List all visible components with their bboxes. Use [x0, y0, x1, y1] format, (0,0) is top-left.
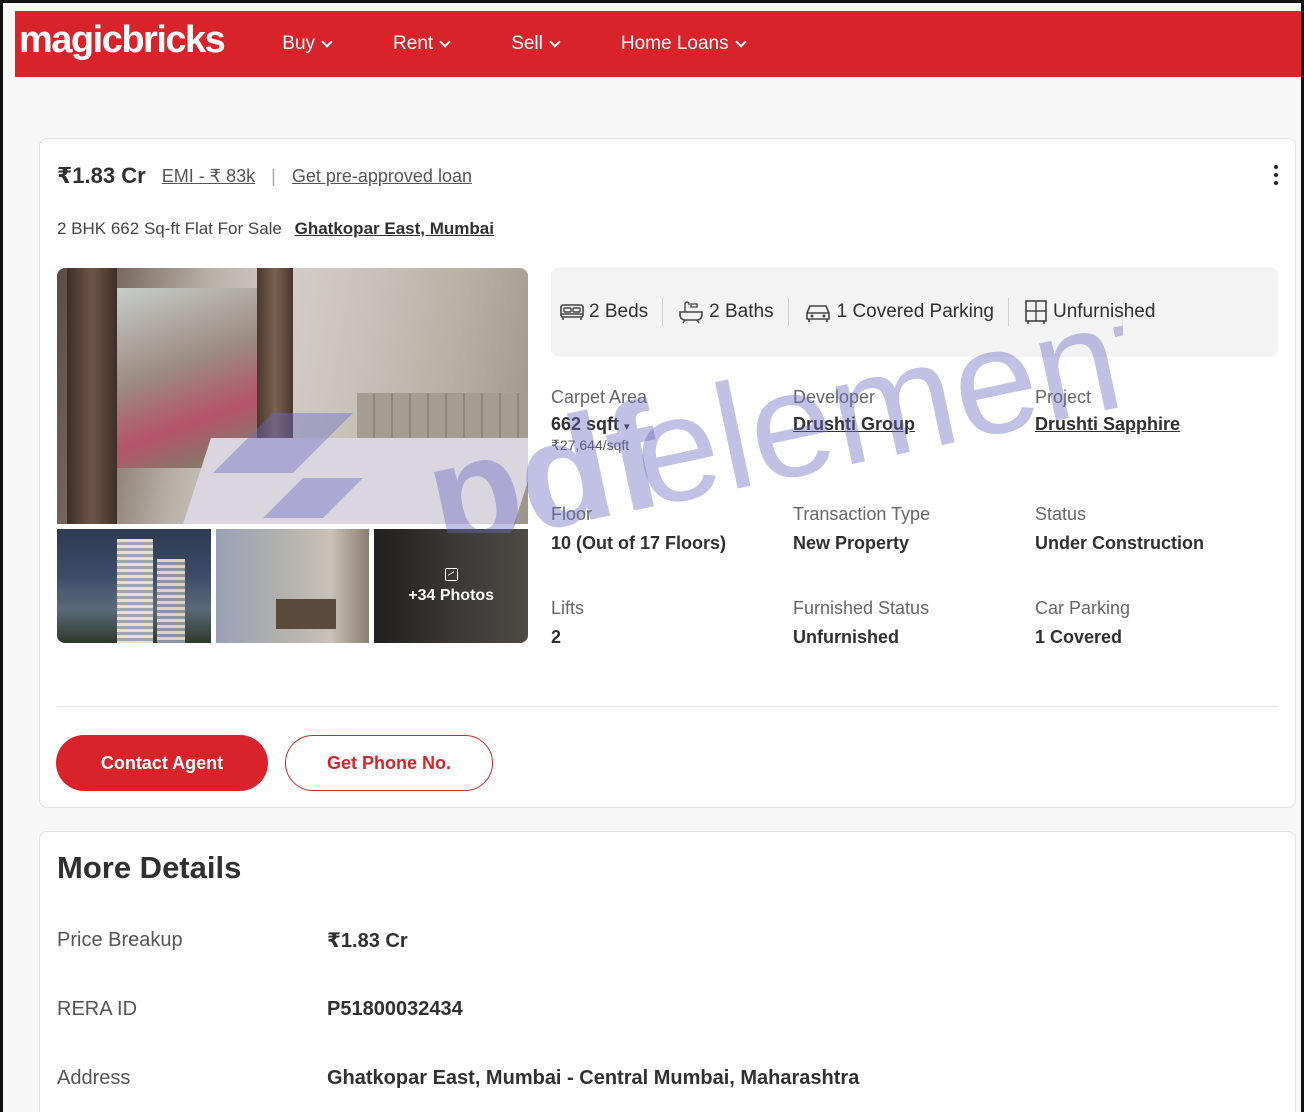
nav-buy-label: Buy — [282, 33, 316, 54]
thumbnail-more-photos[interactable]: +34 Photos — [374, 529, 529, 643]
spec-label: Developer — [793, 387, 876, 407]
image-icon — [444, 567, 458, 581]
bed-icon — [560, 304, 584, 320]
chevron-down-icon — [439, 35, 451, 48]
photo-thumbnails: +34 Photos — [57, 529, 529, 643]
amenity-parking-label: 1 Covered Parking — [836, 301, 994, 322]
spec-car-parking: Car Parking 1 Covered — [1035, 598, 1275, 648]
get-phone-button[interactable]: Get Phone No. — [285, 735, 493, 791]
spec-carpet-area: Carpet Area 662 sqft ▾ ₹27,644/sqft — [551, 387, 791, 454]
amenity-beds: 2 Beds — [559, 298, 664, 326]
more-details-card: More Details Price Breakup ₹1.83 Cr RERA… — [39, 831, 1296, 1112]
amenity-furnishing-label: Unfurnished — [1052, 301, 1156, 322]
spec-label: Floor — [551, 504, 593, 524]
detail-row-price-breakup: Price Breakup ₹1.83 Cr — [57, 928, 408, 953]
contact-agent-button[interactable]: Contact Agent — [56, 735, 268, 791]
chevron-down-icon — [734, 35, 747, 48]
spec-label: Lifts — [551, 598, 585, 618]
spec-lifts: Lifts 2 — [551, 598, 791, 648]
page-frame: magicbricks Buy Rent Sell Home Loans ₹1.… — [0, 0, 1304, 1112]
main-photo[interactable] — [57, 268, 528, 524]
listing-location-link[interactable]: Ghatkopar East, Mumbai — [295, 219, 494, 238]
spec-value: Unfurnished — [793, 627, 899, 647]
spec-transaction-type: Transaction Type New Property — [793, 504, 1033, 554]
top-nav-bar: magicbricks Buy Rent Sell Home Loans — [15, 11, 1301, 77]
chevron-down-icon — [549, 35, 561, 48]
spec-value: 10 (Out of 17 Floors) — [551, 533, 727, 553]
magicbricks-logo[interactable]: magicbricks — [19, 21, 226, 59]
photos-count: +34 Photos — [408, 586, 495, 604]
spec-furnished-status: Furnished Status Unfurnished — [793, 598, 1033, 648]
pre-approved-loan-link[interactable]: Get pre-approved loan — [292, 166, 472, 187]
detail-row-rera-id: RERA ID P51800032434 — [57, 998, 463, 1021]
car-icon — [805, 305, 830, 322]
spec-label: Furnished Status — [793, 598, 930, 618]
developer-link[interactable]: Drushti Group — [793, 414, 1033, 435]
price-per-sqft: ₹27,644/sqft — [551, 437, 630, 453]
amenity-beds-label: 2 Beds — [589, 301, 649, 322]
detail-value: P51800032434 — [327, 998, 463, 1020]
spec-floor: Floor 10 (Out of 17 Floors) — [551, 504, 791, 554]
amenity-furnishing: Unfurnished — [1023, 298, 1169, 326]
nav-rent-label: Rent — [393, 33, 434, 54]
spec-label: Status — [1035, 504, 1087, 524]
spec-project: Project Drushti Sapphire — [1035, 387, 1275, 435]
nav-sell[interactable]: Sell — [511, 33, 561, 55]
card-divider — [57, 706, 1278, 707]
main-nav: Buy Rent Sell Home Loans — [282, 33, 806, 55]
nav-rent[interactable]: Rent — [393, 33, 451, 55]
caret-down-icon: ▾ — [624, 421, 630, 433]
listing-title: 2 BHK 662 Sq-ft Flat For Sale Ghatkopar … — [57, 219, 494, 239]
spec-developer: Developer Drushti Group — [793, 387, 1033, 435]
spec-label: Carpet Area — [551, 387, 648, 407]
listing-price: ₹1.83 Cr — [57, 163, 146, 188]
detail-key: Price Breakup — [57, 929, 183, 951]
amenity-parking: 1 Covered Parking — [803, 298, 1009, 326]
detail-key: Address — [57, 1067, 131, 1089]
price-separator: | — [271, 165, 276, 186]
thumbnail-building[interactable] — [57, 529, 211, 643]
amenity-baths: 2 Baths — [677, 298, 789, 326]
detail-value: Ghatkopar East, Mumbai - Central Mumbai,… — [327, 1067, 860, 1089]
emi-link[interactable]: EMI - ₹ 83k — [162, 166, 255, 187]
detail-key: RERA ID — [57, 998, 138, 1020]
amenity-baths-label: 2 Baths — [709, 301, 774, 322]
carpet-area-value[interactable]: 662 sqft ▾ — [551, 414, 791, 435]
spec-value: Under Construction — [1035, 533, 1204, 553]
spec-label: Car Parking — [1035, 598, 1131, 618]
listing-title-text: 2 BHK 662 Sq-ft Flat For Sale — [57, 219, 282, 238]
chevron-down-icon — [321, 35, 333, 48]
more-details-title: More Details — [57, 850, 242, 885]
more-options-icon[interactable] — [1273, 165, 1279, 185]
listing-card: ₹1.83 Cr EMI - ₹ 83k | Get pre-approved … — [39, 138, 1296, 808]
spec-status: Status Under Construction — [1035, 504, 1275, 554]
nav-buy[interactable]: Buy — [282, 33, 333, 55]
detail-row-address: Address Ghatkopar East, Mumbai - Central… — [57, 1067, 859, 1090]
furniture-icon — [1025, 300, 1047, 324]
amenities-bar: 2 Beds 2 Baths 1 Covered Parking Unfurni… — [551, 267, 1278, 357]
spec-value: 2 — [551, 627, 562, 647]
nav-home-loans[interactable]: Home Loans — [620, 33, 747, 55]
bath-icon — [679, 301, 703, 324]
nav-sell-label: Sell — [511, 33, 543, 54]
spec-value: 1 Covered — [1035, 627, 1123, 647]
spec-label: Transaction Type — [793, 504, 931, 524]
price-row: ₹1.83 Cr EMI - ₹ 83k | Get pre-approved … — [57, 163, 472, 189]
spec-label: Project — [1035, 387, 1092, 407]
project-link[interactable]: Drushti Sapphire — [1035, 414, 1275, 435]
spec-value: New Property — [793, 533, 910, 553]
thumbnail-dining[interactable] — [215, 529, 370, 643]
detail-value: ₹1.83 Cr — [327, 930, 408, 952]
nav-home-loans-label: Home Loans — [620, 33, 729, 54]
